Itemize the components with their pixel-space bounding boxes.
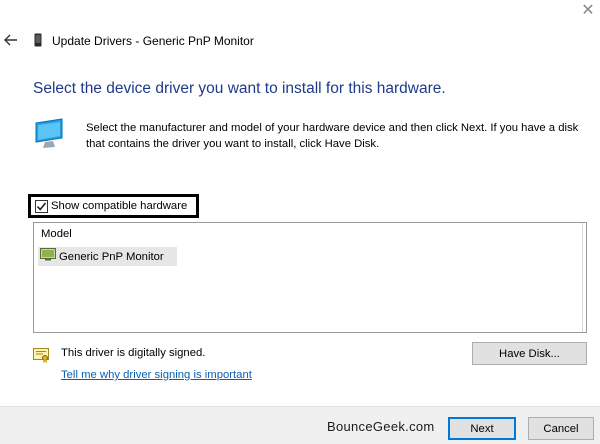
back-button[interactable]	[2, 30, 20, 50]
window-title: Update Drivers - Generic PnP Monitor	[52, 34, 254, 48]
back-arrow-icon	[4, 34, 17, 46]
model-item-label: Generic PnP Monitor	[59, 250, 164, 263]
cancel-button[interactable]: Cancel	[528, 417, 594, 440]
page-heading: Select the device driver you want to ins…	[33, 80, 446, 97]
have-disk-button[interactable]: Have Disk...	[472, 342, 587, 365]
certificate-icon	[33, 348, 49, 368]
model-list[interactable]: Model Generic PnP Monitor	[33, 222, 587, 333]
device-icon	[34, 33, 42, 52]
driver-signed-status: This driver is digitally signed.	[61, 347, 206, 359]
watermark-text: BounceGeek.com	[327, 419, 435, 434]
dialog-footer: BounceGeek.com Next Cancel	[0, 406, 600, 444]
model-list-scrollbar[interactable]	[582, 223, 586, 332]
show-compatible-hardware-label: Show compatible hardware	[51, 200, 188, 212]
show-compatible-hardware-checkbox[interactable]: Show compatible hardware	[28, 194, 199, 218]
instructions-text: Select the manufacturer and model of you…	[86, 122, 579, 150]
checkbox-checked-icon[interactable]	[35, 199, 48, 213]
model-list-item[interactable]: Generic PnP Monitor	[38, 247, 177, 266]
close-button[interactable]: ✕	[578, 2, 598, 20]
driver-signing-info-link[interactable]: Tell me why driver signing is important	[61, 369, 252, 381]
monitor-icon	[34, 118, 66, 155]
next-button[interactable]: Next	[448, 417, 516, 440]
model-column-header: Model	[41, 228, 72, 240]
close-icon: ✕	[581, 2, 595, 19]
monitor-small-icon	[40, 247, 56, 266]
